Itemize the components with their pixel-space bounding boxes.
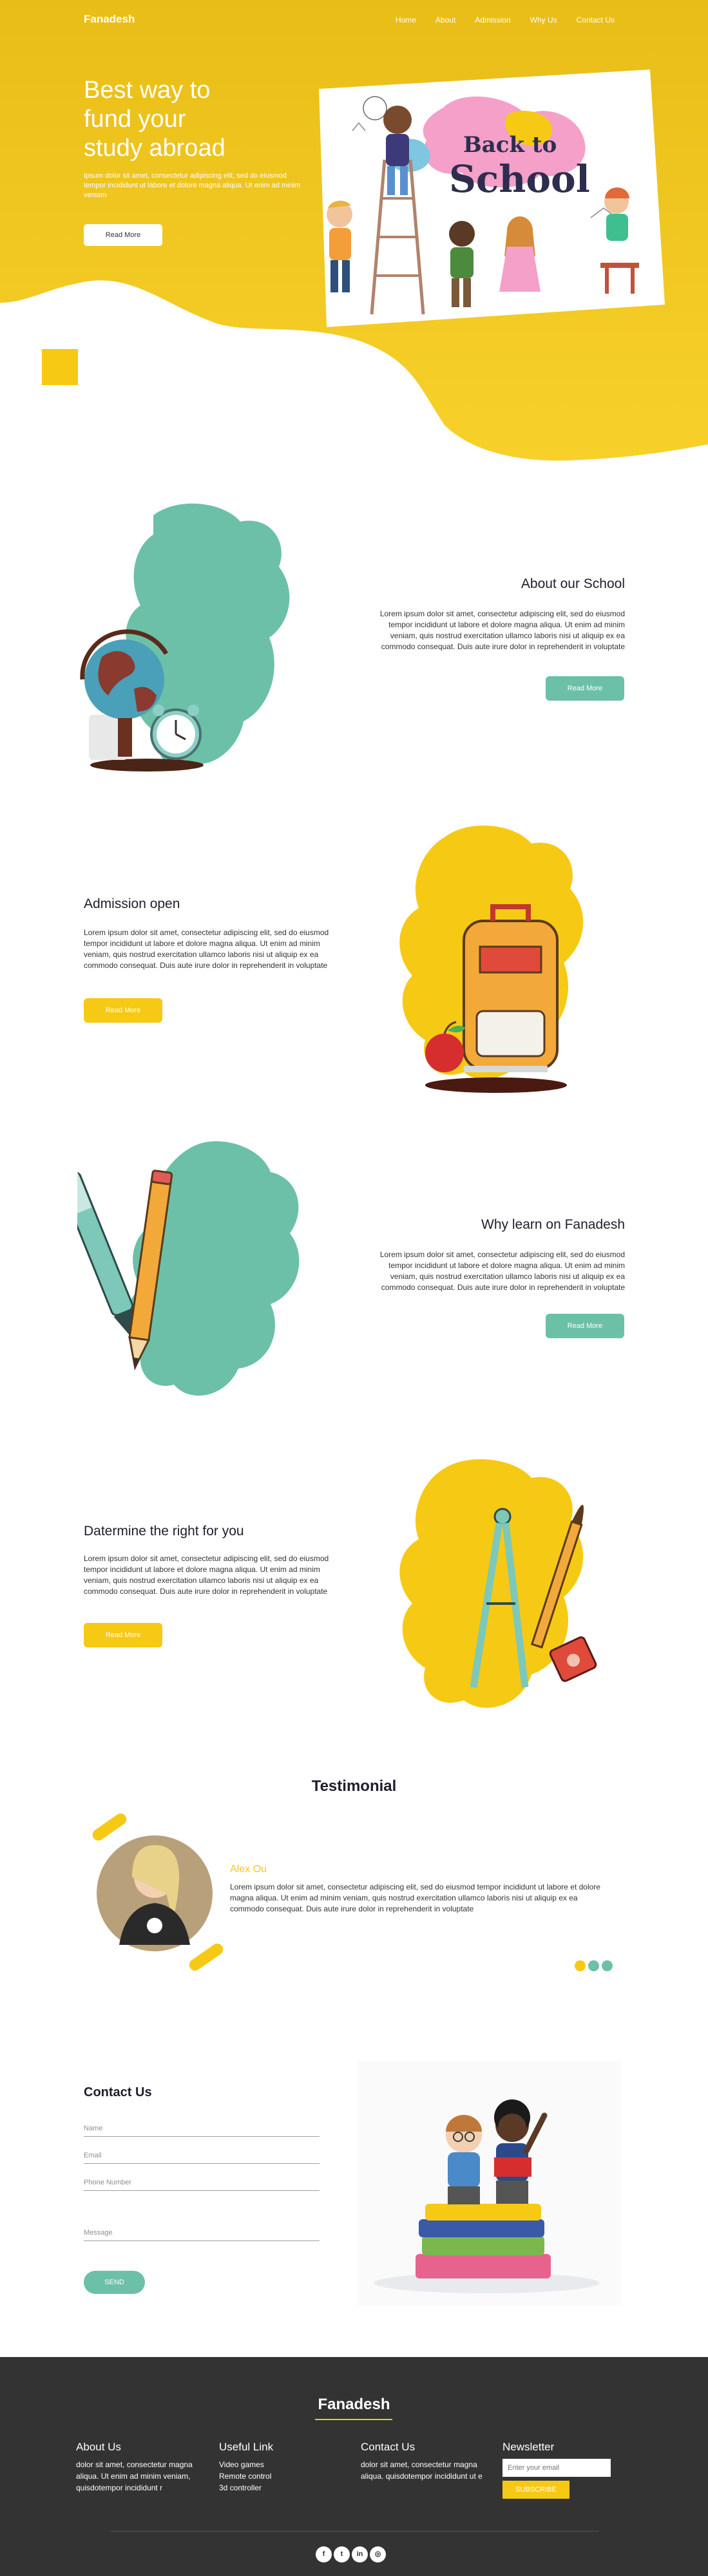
hero-title-line: Best way to — [84, 77, 211, 104]
main-nav: Home About Admission Why Us Contact Us — [396, 15, 615, 24]
pen-pencil-icon — [77, 1141, 300, 1396]
newsletter-email-input[interactable] — [502, 2459, 611, 2477]
kids-on-books-icon — [358, 2061, 622, 2306]
footer-link[interactable]: Video games — [219, 2459, 335, 2470]
nav-why-us[interactable]: Why Us — [530, 15, 557, 24]
hero-section: Fanadesh Home About Admission Why Us Con… — [0, 0, 708, 464]
backpack-apple-icon — [399, 825, 584, 1093]
section-title: Admission open — [84, 896, 180, 911]
nav-admission[interactable]: Admission — [475, 15, 510, 24]
about-read-more-button[interactable]: Read More — [546, 676, 624, 701]
footer: Fanadesh About Us dolor sit amet, consec… — [0, 2357, 708, 2576]
section-text: Lorem ipsum dolor sit amet, consectetur … — [379, 609, 625, 651]
twitter-icon[interactable]: t — [334, 2546, 350, 2562]
footer-links: Useful Link Video games Remote control 3… — [219, 2441, 335, 2494]
footer-separator — [110, 2531, 599, 2532]
testimonial-text: Lorem ipsum dolor sit amet, consectetur … — [230, 1882, 600, 1913]
email-field[interactable] — [84, 2147, 320, 2164]
section-text: Lorem ipsum dolor sit amet, consectetur … — [379, 1250, 625, 1292]
why-learn-section: Why learn on Fanadesh Lorem ipsum dolor … — [0, 1140, 708, 1423]
footer-contact-text: dolor sit amet, consectetur magna aliqua… — [361, 2460, 483, 2481]
section-title: Why learn on Fanadesh — [481, 1217, 625, 1232]
site-logo[interactable]: Fanadesh — [84, 13, 135, 26]
footer-newsletter: Newsletter SUBSCRIBE — [502, 2441, 631, 2499]
footer-contact: Contact Us dolor sit amet, consectetur m… — [361, 2441, 490, 2482]
determine-read-more-button[interactable]: Read More — [84, 1623, 162, 1647]
testimonial-avatar-frame — [92, 1813, 224, 1971]
nav-home[interactable]: Home — [396, 15, 416, 24]
nav-about[interactable]: About — [435, 15, 455, 24]
facebook-icon[interactable]: f — [316, 2546, 332, 2562]
subscribe-button[interactable]: SUBSCRIBE — [502, 2481, 569, 2499]
footer-contact-title: Contact Us — [361, 2441, 416, 2453]
compass-brush-icon — [399, 1459, 597, 1708]
testimonial-title: Testimonial — [311, 1777, 397, 1795]
footer-about-title: About Us — [76, 2441, 121, 2453]
instagram-icon[interactable]: ◎ — [370, 2546, 386, 2562]
section-text: Lorem ipsum dolor sit amet, consectetur … — [84, 928, 329, 970]
footer-divider — [315, 2419, 392, 2420]
admission-read-more-button[interactable]: Read More — [84, 998, 162, 1023]
footer-logo[interactable]: Fanadesh — [0, 2396, 708, 2414]
footer-newsletter-title: Newsletter — [502, 2441, 555, 2453]
board-text-back: Back to — [463, 132, 557, 158]
footer-about: About Us dolor sit amet, consectetur mag… — [76, 2441, 205, 2494]
section-title: Datermine the right for you — [84, 1524, 244, 1539]
footer-links-title: Useful Link — [219, 2441, 274, 2453]
globe-clock-icon — [80, 503, 290, 772]
footer-link[interactable]: Remote control — [219, 2470, 335, 2482]
hero-read-more-button[interactable]: Read More — [84, 224, 162, 246]
linkedin-icon[interactable]: in — [352, 2546, 368, 2562]
footer-link[interactable]: 3d controller — [219, 2482, 335, 2494]
testimonial-name: Alex Ou — [230, 1864, 267, 1875]
hero-title-line: fund your — [84, 106, 186, 133]
phone-field[interactable] — [84, 2174, 320, 2191]
nav-contact[interactable]: Contact Us — [577, 15, 615, 24]
decorative-square — [42, 349, 78, 385]
back-to-school-illustration: Back to School — [319, 70, 665, 327]
hero-text: Ipsum dolor sit amet, consectetur adipis… — [84, 172, 301, 199]
hero-title: Best way to fund your study abroad — [84, 76, 277, 163]
message-field[interactable] — [84, 2224, 320, 2241]
slider-dot-1[interactable] — [575, 1960, 586, 1971]
name-field[interactable] — [84, 2120, 320, 2137]
board-text-school: School — [449, 157, 590, 201]
why-learn-read-more-button[interactable]: Read More — [546, 1314, 624, 1338]
slider-dot-3[interactable] — [602, 1960, 613, 1971]
admission-section: Admission open Lorem ipsum dolor sit ame… — [0, 818, 708, 1101]
determine-section: Datermine the right for you Lorem ipsum … — [0, 1455, 708, 1726]
contact-title: Contact Us — [84, 2085, 152, 2099]
section-title: About our School — [521, 576, 625, 591]
hero-title-line: study abroad — [84, 135, 225, 162]
slider-dot-2[interactable] — [588, 1960, 599, 1971]
footer-about-text: dolor sit amet, consectetur magna aliqua… — [76, 2460, 193, 2492]
send-button[interactable]: SEND — [84, 2271, 145, 2294]
kid-boy-glasses — [446, 2115, 482, 2204]
section-text: Lorem ipsum dolor sit amet, consectetur … — [84, 1554, 329, 1596]
about-section: About our School Lorem ipsum dolor sit a… — [0, 496, 708, 799]
